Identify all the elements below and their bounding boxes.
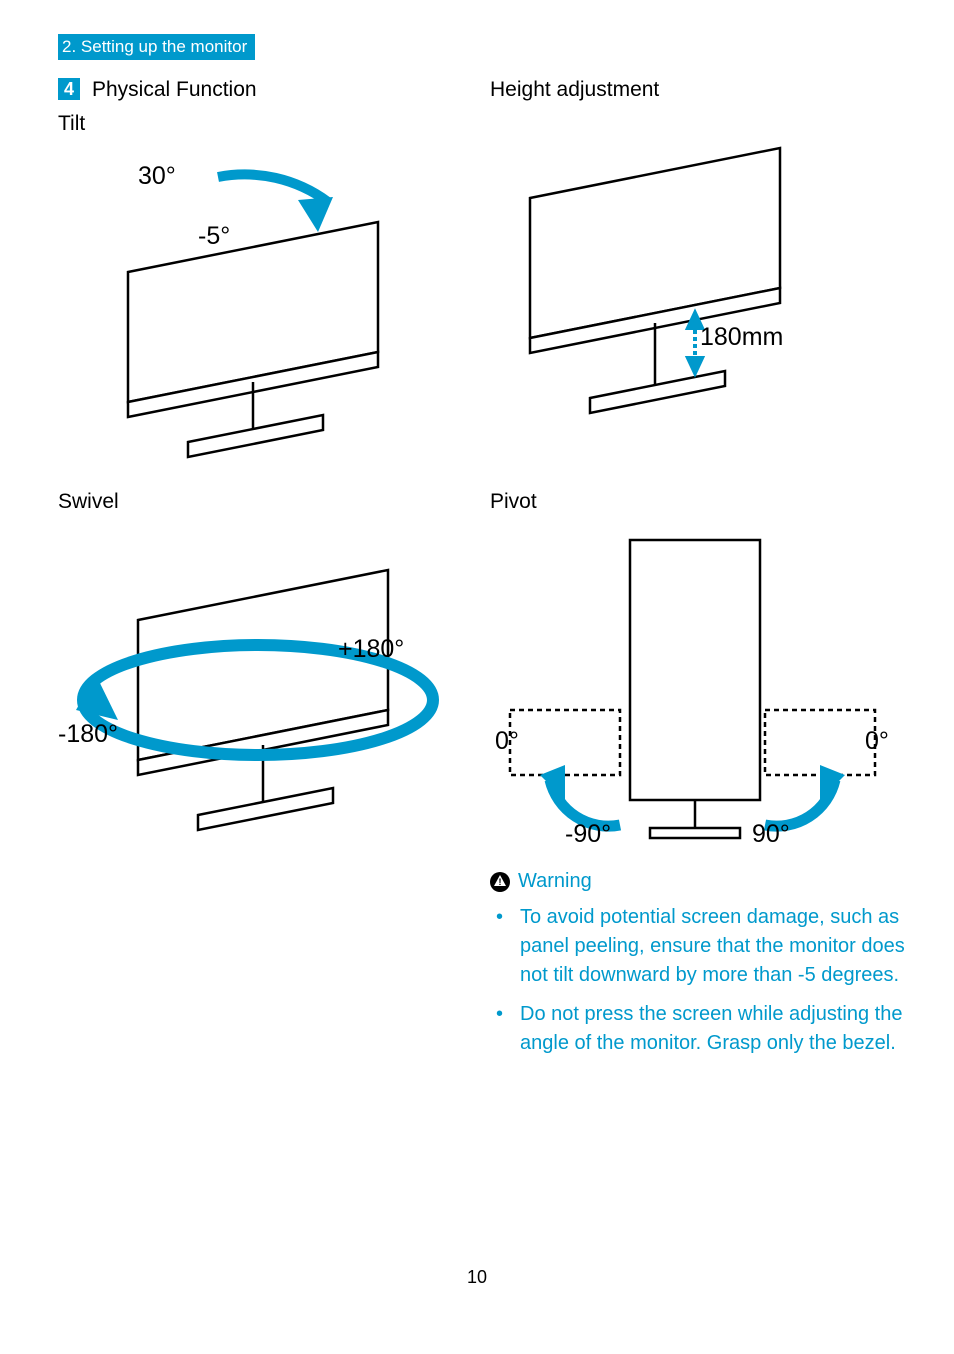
pivot-figure: 0° 0° -90° 90° xyxy=(490,520,910,860)
swivel-right-label: +180° xyxy=(338,635,404,664)
warning-block: Warning To avoid potential screen damage… xyxy=(490,870,910,1058)
height-value-label: 180mm xyxy=(700,323,783,352)
warning-item: Do not press the screen while adjusting … xyxy=(490,1000,910,1058)
pivot-zero-left-label: 0° xyxy=(495,727,519,756)
pivot-pos90-label: 90° xyxy=(752,820,790,849)
warning-icon xyxy=(490,872,510,892)
page-number: 10 xyxy=(0,1267,954,1288)
swivel-heading: Swivel xyxy=(58,490,478,514)
tilt-heading: Tilt xyxy=(58,112,478,136)
warning-item: To avoid potential screen damage, such a… xyxy=(490,903,910,990)
swivel-left-label: -180° xyxy=(58,720,118,749)
pivot-zero-right-label: 0° xyxy=(865,727,889,756)
tilt-up-label: 30° xyxy=(138,162,176,191)
warning-list: To avoid potential screen damage, such a… xyxy=(490,903,910,1058)
swivel-figure: -180° +180° xyxy=(58,520,478,880)
chapter-header: 2. Setting up the monitor xyxy=(58,34,255,60)
warning-title: Warning xyxy=(518,870,592,893)
section-number-badge: 4 xyxy=(58,78,80,100)
tilt-figure: 30° -5° xyxy=(58,142,478,472)
height-heading: Height adjustment xyxy=(490,78,910,102)
pivot-neg90-label: -90° xyxy=(565,820,611,849)
pivot-heading: Pivot xyxy=(490,490,910,514)
tilt-down-label: -5° xyxy=(198,222,230,251)
height-figure: 180mm xyxy=(490,108,910,438)
section-title: Physical Function xyxy=(92,78,257,102)
